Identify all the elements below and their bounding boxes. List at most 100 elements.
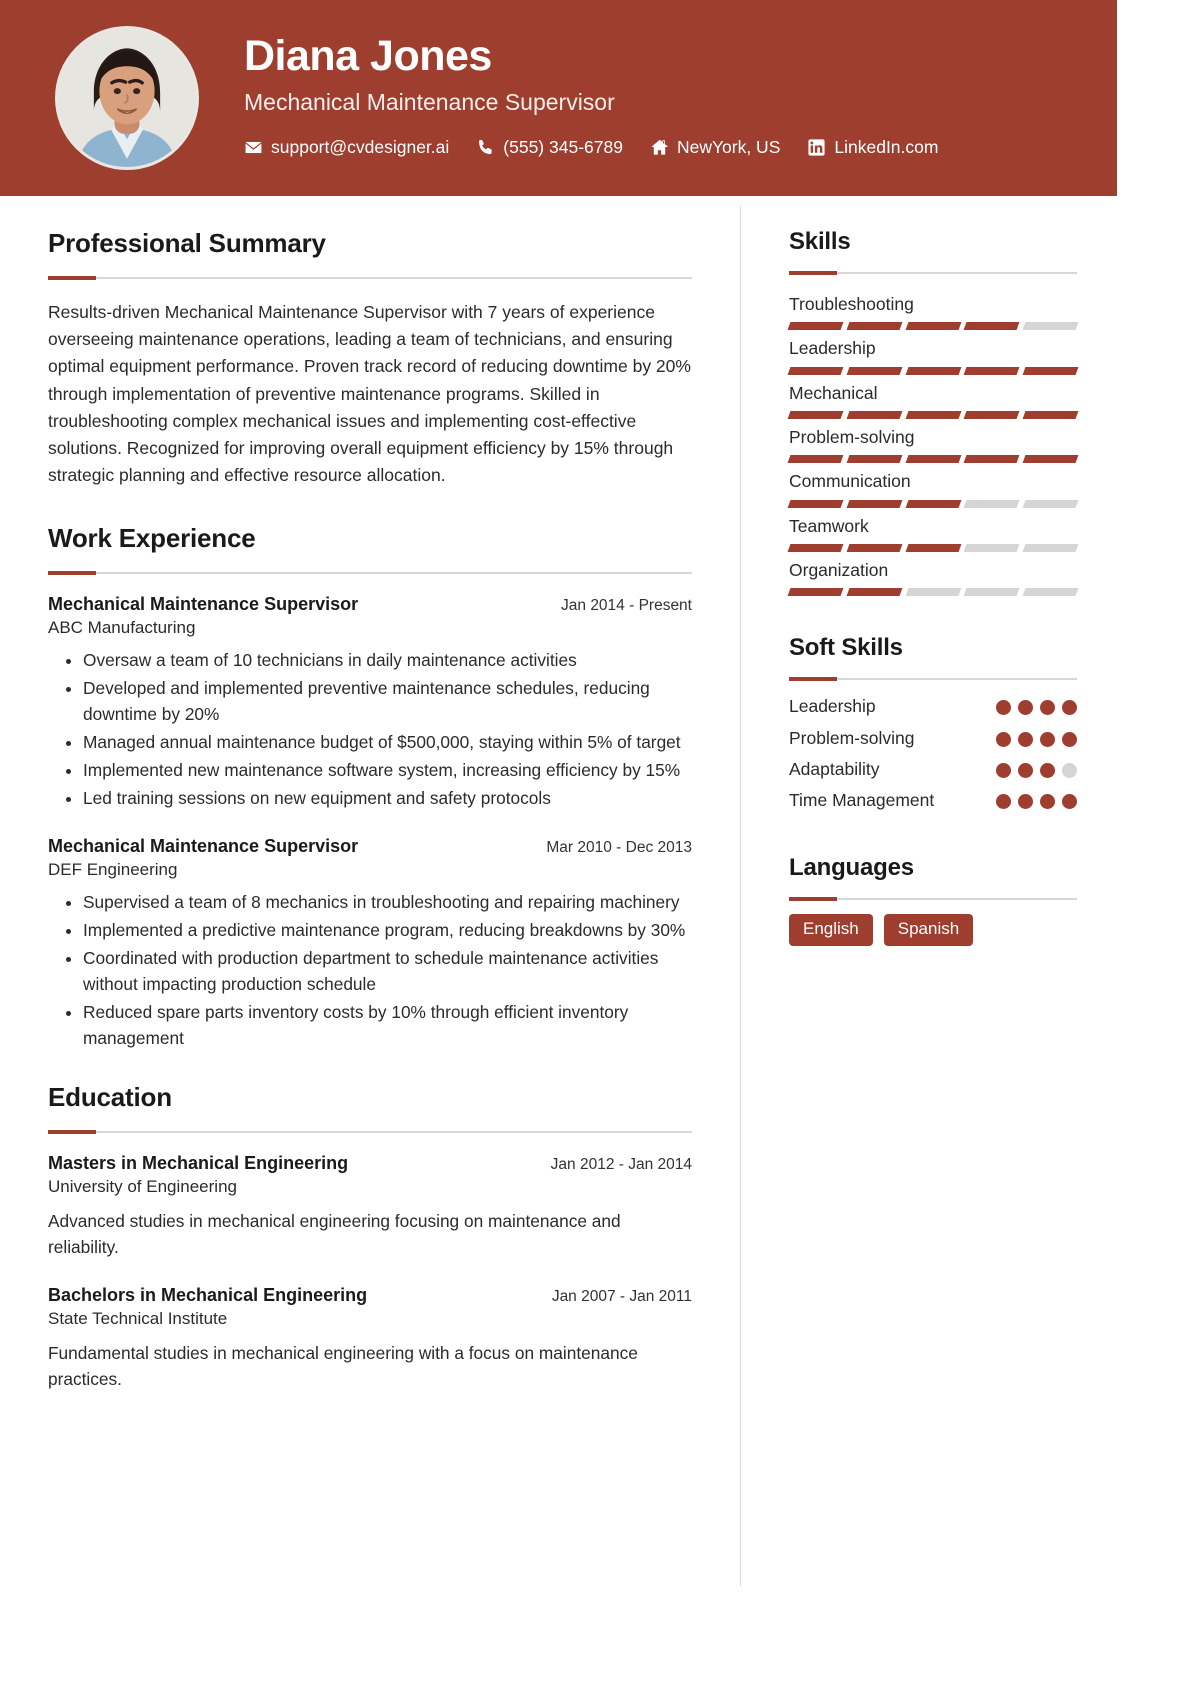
section-rule xyxy=(789,677,1077,682)
skill-segment xyxy=(787,455,844,464)
rating-dot xyxy=(996,731,1011,747)
contact-phone[interactable]: (555) 345-6789 xyxy=(476,137,623,158)
rating-dot xyxy=(1018,700,1033,716)
section-work-experience: Work Experience Mechanical Maintenance S… xyxy=(48,523,692,1051)
experience-bullets: Oversaw a team of 10 technicians in dail… xyxy=(48,648,692,812)
skill-segment xyxy=(963,410,1020,419)
rating-dot xyxy=(1062,794,1077,810)
skill-segment xyxy=(1022,455,1079,464)
skill-level-bar xyxy=(787,455,1079,464)
resume-page: Diana Jones Mechanical Maintenance Super… xyxy=(0,0,1117,1684)
skill-level-bar xyxy=(787,544,1079,553)
skill-segment xyxy=(963,499,1020,508)
home-icon xyxy=(650,138,669,157)
skill-segment xyxy=(905,322,961,331)
list-item: Led training sessions on new equipment a… xyxy=(83,786,692,812)
experience-role: Mechanical Maintenance Supervisor xyxy=(48,594,359,615)
experience-company: DEF Engineering xyxy=(48,859,178,879)
section-soft-skills: Soft Skills Leadership Problem-solving A… xyxy=(789,634,1077,813)
list-item: Supervised a team of 8 mechanics in trou… xyxy=(83,890,692,916)
education-description: Fundamental studies in mechanical engine… xyxy=(48,1342,638,1389)
sidebar-column: Skills Troubleshooting Leadership Mechan… xyxy=(741,206,1117,1586)
education-entry-head: Bachelors in Mechanical Engineering Jan … xyxy=(48,1285,692,1306)
linkedin-icon xyxy=(807,138,826,157)
rating-dot xyxy=(1040,762,1055,778)
skill-level-bar xyxy=(787,499,1079,508)
skill-segment xyxy=(846,410,903,419)
resume-body: Professional Summary Results-driven Mech… xyxy=(0,196,1117,1586)
section-title-education: Education xyxy=(48,1081,172,1112)
section-rule xyxy=(789,270,1077,275)
skill-level-bar xyxy=(787,410,1079,419)
language-tag: English xyxy=(789,913,873,947)
list-item: Reduced spare parts inventory costs by 1… xyxy=(83,1000,692,1052)
section-rule xyxy=(48,571,692,576)
skill-segment xyxy=(787,410,844,419)
skill-label: Troubleshooting xyxy=(789,293,914,314)
skill-segment xyxy=(846,544,903,553)
contact-linkedin[interactable]: LinkedIn.com xyxy=(807,137,938,158)
experience-entry: Mechanical Maintenance Supervisor Mar 20… xyxy=(48,836,692,1052)
skill-label: Mechanical xyxy=(789,382,878,403)
skill-level-bar xyxy=(787,322,1079,331)
skill-segment xyxy=(787,588,844,597)
experience-role: Mechanical Maintenance Supervisor xyxy=(48,835,359,856)
skill-segment xyxy=(846,499,903,508)
contact-email[interactable]: support@cvdesigner.ai xyxy=(244,137,449,158)
rating-dot xyxy=(1018,762,1033,778)
resume-header: Diana Jones Mechanical Maintenance Super… xyxy=(0,0,1117,196)
rating-dot xyxy=(1040,700,1055,716)
soft-skill-label: Adaptability xyxy=(789,758,880,779)
contact-phone-text: (555) 345-6789 xyxy=(503,137,623,158)
section-rule xyxy=(789,896,1077,901)
experience-entry: Mechanical Maintenance Supervisor Jan 20… xyxy=(48,594,692,812)
skill-label: Leadership xyxy=(789,338,876,359)
language-tag-list: English Spanish xyxy=(789,913,1077,947)
skill-segment xyxy=(787,322,844,331)
section-title-languages: Languages xyxy=(789,853,914,881)
rating-dot xyxy=(1062,731,1077,747)
avatar xyxy=(55,26,199,170)
skill-segment xyxy=(1022,588,1079,597)
soft-skill-label: Time Management xyxy=(789,790,935,811)
education-entry: Bachelors in Mechanical Engineering Jan … xyxy=(48,1285,692,1393)
skill-segment xyxy=(963,455,1020,464)
soft-skill-item: Time Management xyxy=(789,788,1077,813)
education-description: Advanced studies in mechanical engineeri… xyxy=(48,1210,621,1257)
skill-segment xyxy=(905,455,961,464)
main-column: Professional Summary Results-driven Mech… xyxy=(0,206,740,1586)
skill-item: Troubleshooting xyxy=(787,288,1079,331)
skill-segment xyxy=(963,544,1020,553)
list-item: Developed and implemented preventive mai… xyxy=(83,676,692,728)
rating-dot xyxy=(996,762,1011,778)
rating-dot xyxy=(1018,731,1033,747)
rating-dot xyxy=(1062,762,1077,778)
rating-dot xyxy=(996,794,1011,810)
skill-segment xyxy=(846,322,903,331)
skill-segment xyxy=(846,366,903,375)
skill-item: Communication xyxy=(787,465,1079,508)
section-title-summary: Professional Summary xyxy=(48,228,326,258)
skill-segment xyxy=(787,544,844,553)
section-title-experience: Work Experience xyxy=(48,523,256,554)
rating-dot xyxy=(1040,731,1055,747)
contact-location: NewYork, US xyxy=(650,137,780,158)
soft-skill-item: Problem-solving xyxy=(789,726,1077,751)
skill-segment xyxy=(963,366,1020,375)
education-entry-head: Masters in Mechanical Engineering Jan 20… xyxy=(48,1153,692,1174)
skill-segment xyxy=(846,455,903,464)
skill-item: Teamwork xyxy=(787,510,1079,553)
education-school: State Technical Institute xyxy=(48,1308,228,1328)
soft-skill-rating xyxy=(995,788,1077,810)
skill-label: Organization xyxy=(789,560,889,581)
experience-entry-head: Mechanical Maintenance Supervisor Mar 20… xyxy=(48,836,692,857)
list-item: Managed annual maintenance budget of $50… xyxy=(83,730,692,756)
rating-dot xyxy=(1018,794,1033,810)
rating-dot xyxy=(996,700,1011,716)
soft-skill-label: Problem-solving xyxy=(789,727,915,748)
contact-list: support@cvdesigner.ai (555) 345-6789 New… xyxy=(244,137,938,158)
section-education: Education Masters in Mechanical Engineer… xyxy=(48,1082,692,1393)
education-date: Jan 2007 - Jan 2011 xyxy=(551,1287,692,1305)
section-rule xyxy=(48,276,692,281)
skill-segment xyxy=(787,366,844,375)
